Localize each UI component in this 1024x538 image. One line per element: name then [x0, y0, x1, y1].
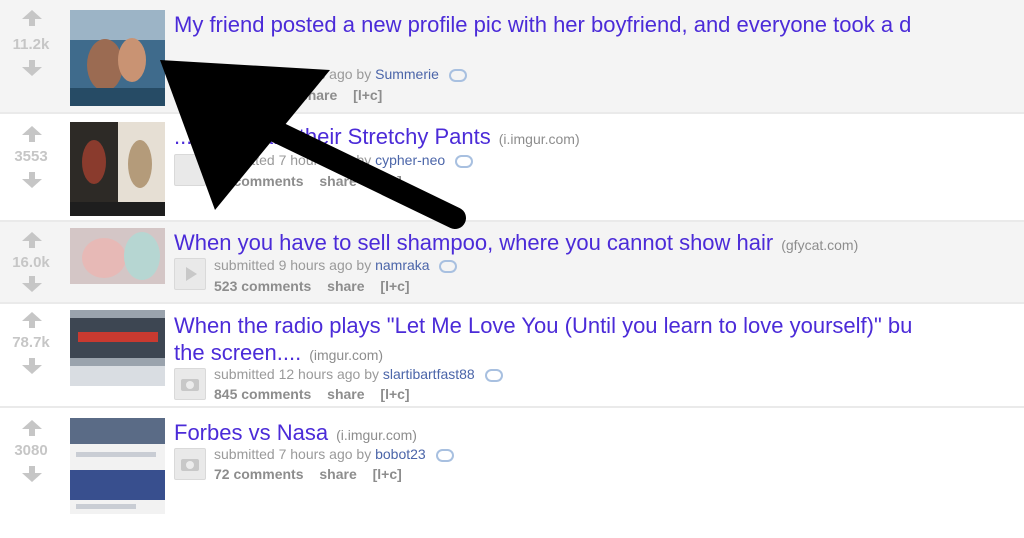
post-thumbnail[interactable]: [70, 228, 165, 284]
downvote-arrow-icon[interactable]: [22, 466, 42, 482]
post-title[interactable]: My friend posted a new profile pic with …: [174, 12, 1024, 38]
author-link[interactable]: namraka: [375, 257, 429, 273]
downvote-arrow-icon[interactable]: [22, 172, 42, 188]
upvote-arrow-icon[interactable]: [22, 232, 42, 248]
vote-column: 16.0k: [0, 222, 62, 302]
lc-link[interactable]: [l+c]: [373, 466, 402, 482]
post-title-text[interactable]: Forbes vs Nasa: [174, 420, 328, 445]
author-link[interactable]: bobot23: [375, 446, 426, 462]
post-title-text[interactable]: When you have to sell shampoo, where you…: [174, 230, 773, 255]
share-link[interactable]: share: [327, 386, 364, 402]
submitted-text: submitted 12 hours ago by: [214, 366, 379, 382]
post-title[interactable]: Forbes vs Nasa (i.imgur.com): [174, 420, 1024, 448]
author-link[interactable]: cypher-neo: [375, 152, 445, 168]
chat-bubble-icon: [435, 448, 454, 462]
post-row: 11.2k My friend posted a new profile pic…: [0, 0, 1024, 112]
post-title[interactable]: ...you Share their Stretchy Pants (i.imgu…: [174, 124, 1024, 152]
submitted-text: submitted 9 hours ago by: [214, 257, 372, 273]
post-thumbnail[interactable]: [70, 10, 165, 106]
vote-column: 3553: [0, 114, 62, 220]
vote-column: 3080: [0, 408, 62, 528]
post-actions: comments share [l+c]: [214, 87, 394, 103]
post-row: 3553 ...you Share their Stretchy Pants (i…: [0, 114, 1024, 220]
post-score: 3080: [14, 442, 48, 459]
author-link[interactable]: slartibartfast88: [383, 366, 475, 382]
upvote-arrow-icon[interactable]: [22, 126, 42, 142]
camera-icon[interactable]: [174, 368, 206, 400]
share-link[interactable]: share: [300, 87, 337, 103]
camera-icon[interactable]: [174, 448, 206, 480]
submitted-text: submitted 7 hours ago by: [214, 66, 372, 82]
post-actions: 72 comments share [l+c]: [214, 466, 414, 482]
post-score: 3553: [14, 148, 48, 165]
post-domain[interactable]: (gfycat.com): [781, 237, 858, 253]
post-domain[interactable]: (imgur.com): [309, 347, 383, 363]
lc-link[interactable]: [l+c]: [373, 173, 402, 189]
post-score: 11.2k: [12, 36, 50, 53]
post-thumbnail[interactable]: [70, 418, 165, 514]
lc-link[interactable]: [l+c]: [380, 278, 409, 294]
downvote-arrow-icon[interactable]: [22, 358, 42, 374]
comments-link[interactable]: 45 comments: [214, 173, 303, 189]
chat-bubble-icon: [455, 154, 474, 168]
comments-link[interactable]: 523 comments: [214, 278, 311, 294]
post-title-text[interactable]: My friend posted a new profile pic with …: [174, 12, 911, 37]
post-title-line[interactable]: When the radio plays "Let Me Love You (U…: [174, 312, 1024, 339]
post-score: 16.0k: [12, 254, 50, 271]
post-title[interactable]: When you have to sell shampoo, where you…: [174, 230, 1024, 258]
comments-link[interactable]: 845 comments: [214, 386, 311, 402]
chat-bubble-icon: [448, 68, 467, 82]
post-title[interactable]: When the radio plays "Let Me Love You (U…: [174, 312, 1024, 369]
comments-link[interactable]: 72 comments: [214, 466, 303, 482]
submitted-text: submitted 7 hours ago by: [214, 152, 372, 168]
lc-link[interactable]: [l+c]: [380, 386, 409, 402]
share-link[interactable]: share: [319, 173, 356, 189]
vote-column: 78.7k: [0, 304, 62, 406]
chat-bubble-icon: [439, 259, 458, 273]
vote-column: 11.2k: [0, 0, 62, 112]
author-link[interactable]: Summerie: [375, 66, 439, 82]
downvote-arrow-icon[interactable]: [22, 276, 42, 292]
upvote-arrow-icon[interactable]: [22, 312, 42, 328]
post-thumbnail[interactable]: [70, 122, 165, 216]
post-meta: submitted 9 hours ago by namraka: [214, 257, 458, 273]
lc-link[interactable]: [l+c]: [353, 87, 382, 103]
post-title-line-2[interactable]: the screen.... (imgur.com): [174, 339, 1024, 369]
post-score: 78.7k: [12, 334, 50, 351]
post-actions: 523 comments share [l+c]: [214, 278, 422, 294]
share-link[interactable]: share: [319, 466, 356, 482]
comments-link[interactable]: comments: [214, 87, 284, 103]
post-meta: submitted 12 hours ago by slartibartfast…: [214, 366, 503, 382]
post-title-text[interactable]: the screen....: [174, 340, 301, 365]
post-meta: submitted 7 hours ago by bobot23: [214, 446, 454, 462]
post-actions: 845 comments share [l+c]: [214, 386, 422, 402]
post-title-text[interactable]: ...you Share their Stretchy Pants: [174, 124, 491, 149]
play-video-icon[interactable]: [174, 258, 206, 290]
upvote-arrow-icon[interactable]: [22, 10, 42, 26]
chat-bubble-icon: [484, 368, 503, 382]
post-actions: 45 comments share [l+c]: [214, 173, 414, 189]
post-domain[interactable]: (i.imgur.com): [499, 131, 580, 147]
downvote-arrow-icon[interactable]: [22, 60, 42, 76]
post-meta: submitted 7 hours ago by Summerie: [214, 66, 467, 82]
post-domain[interactable]: (i.imgur.com): [336, 427, 417, 443]
media-expand-icon[interactable]: [174, 154, 206, 186]
post-meta: submitted 7 hours ago by cypher-neo: [214, 152, 474, 168]
post-row: 3080 Forbes vs Nasa (i.imgur.com) submitt…: [0, 408, 1024, 528]
share-link[interactable]: share: [327, 278, 364, 294]
submitted-text: submitted 7 hours ago by: [214, 446, 372, 462]
post-row: 16.0k When you have to sell shampoo, whe…: [0, 222, 1024, 302]
upvote-arrow-icon[interactable]: [22, 420, 42, 436]
post-row: 78.7k When the radio plays "Let Me Love …: [0, 304, 1024, 406]
post-thumbnail[interactable]: [70, 310, 165, 386]
